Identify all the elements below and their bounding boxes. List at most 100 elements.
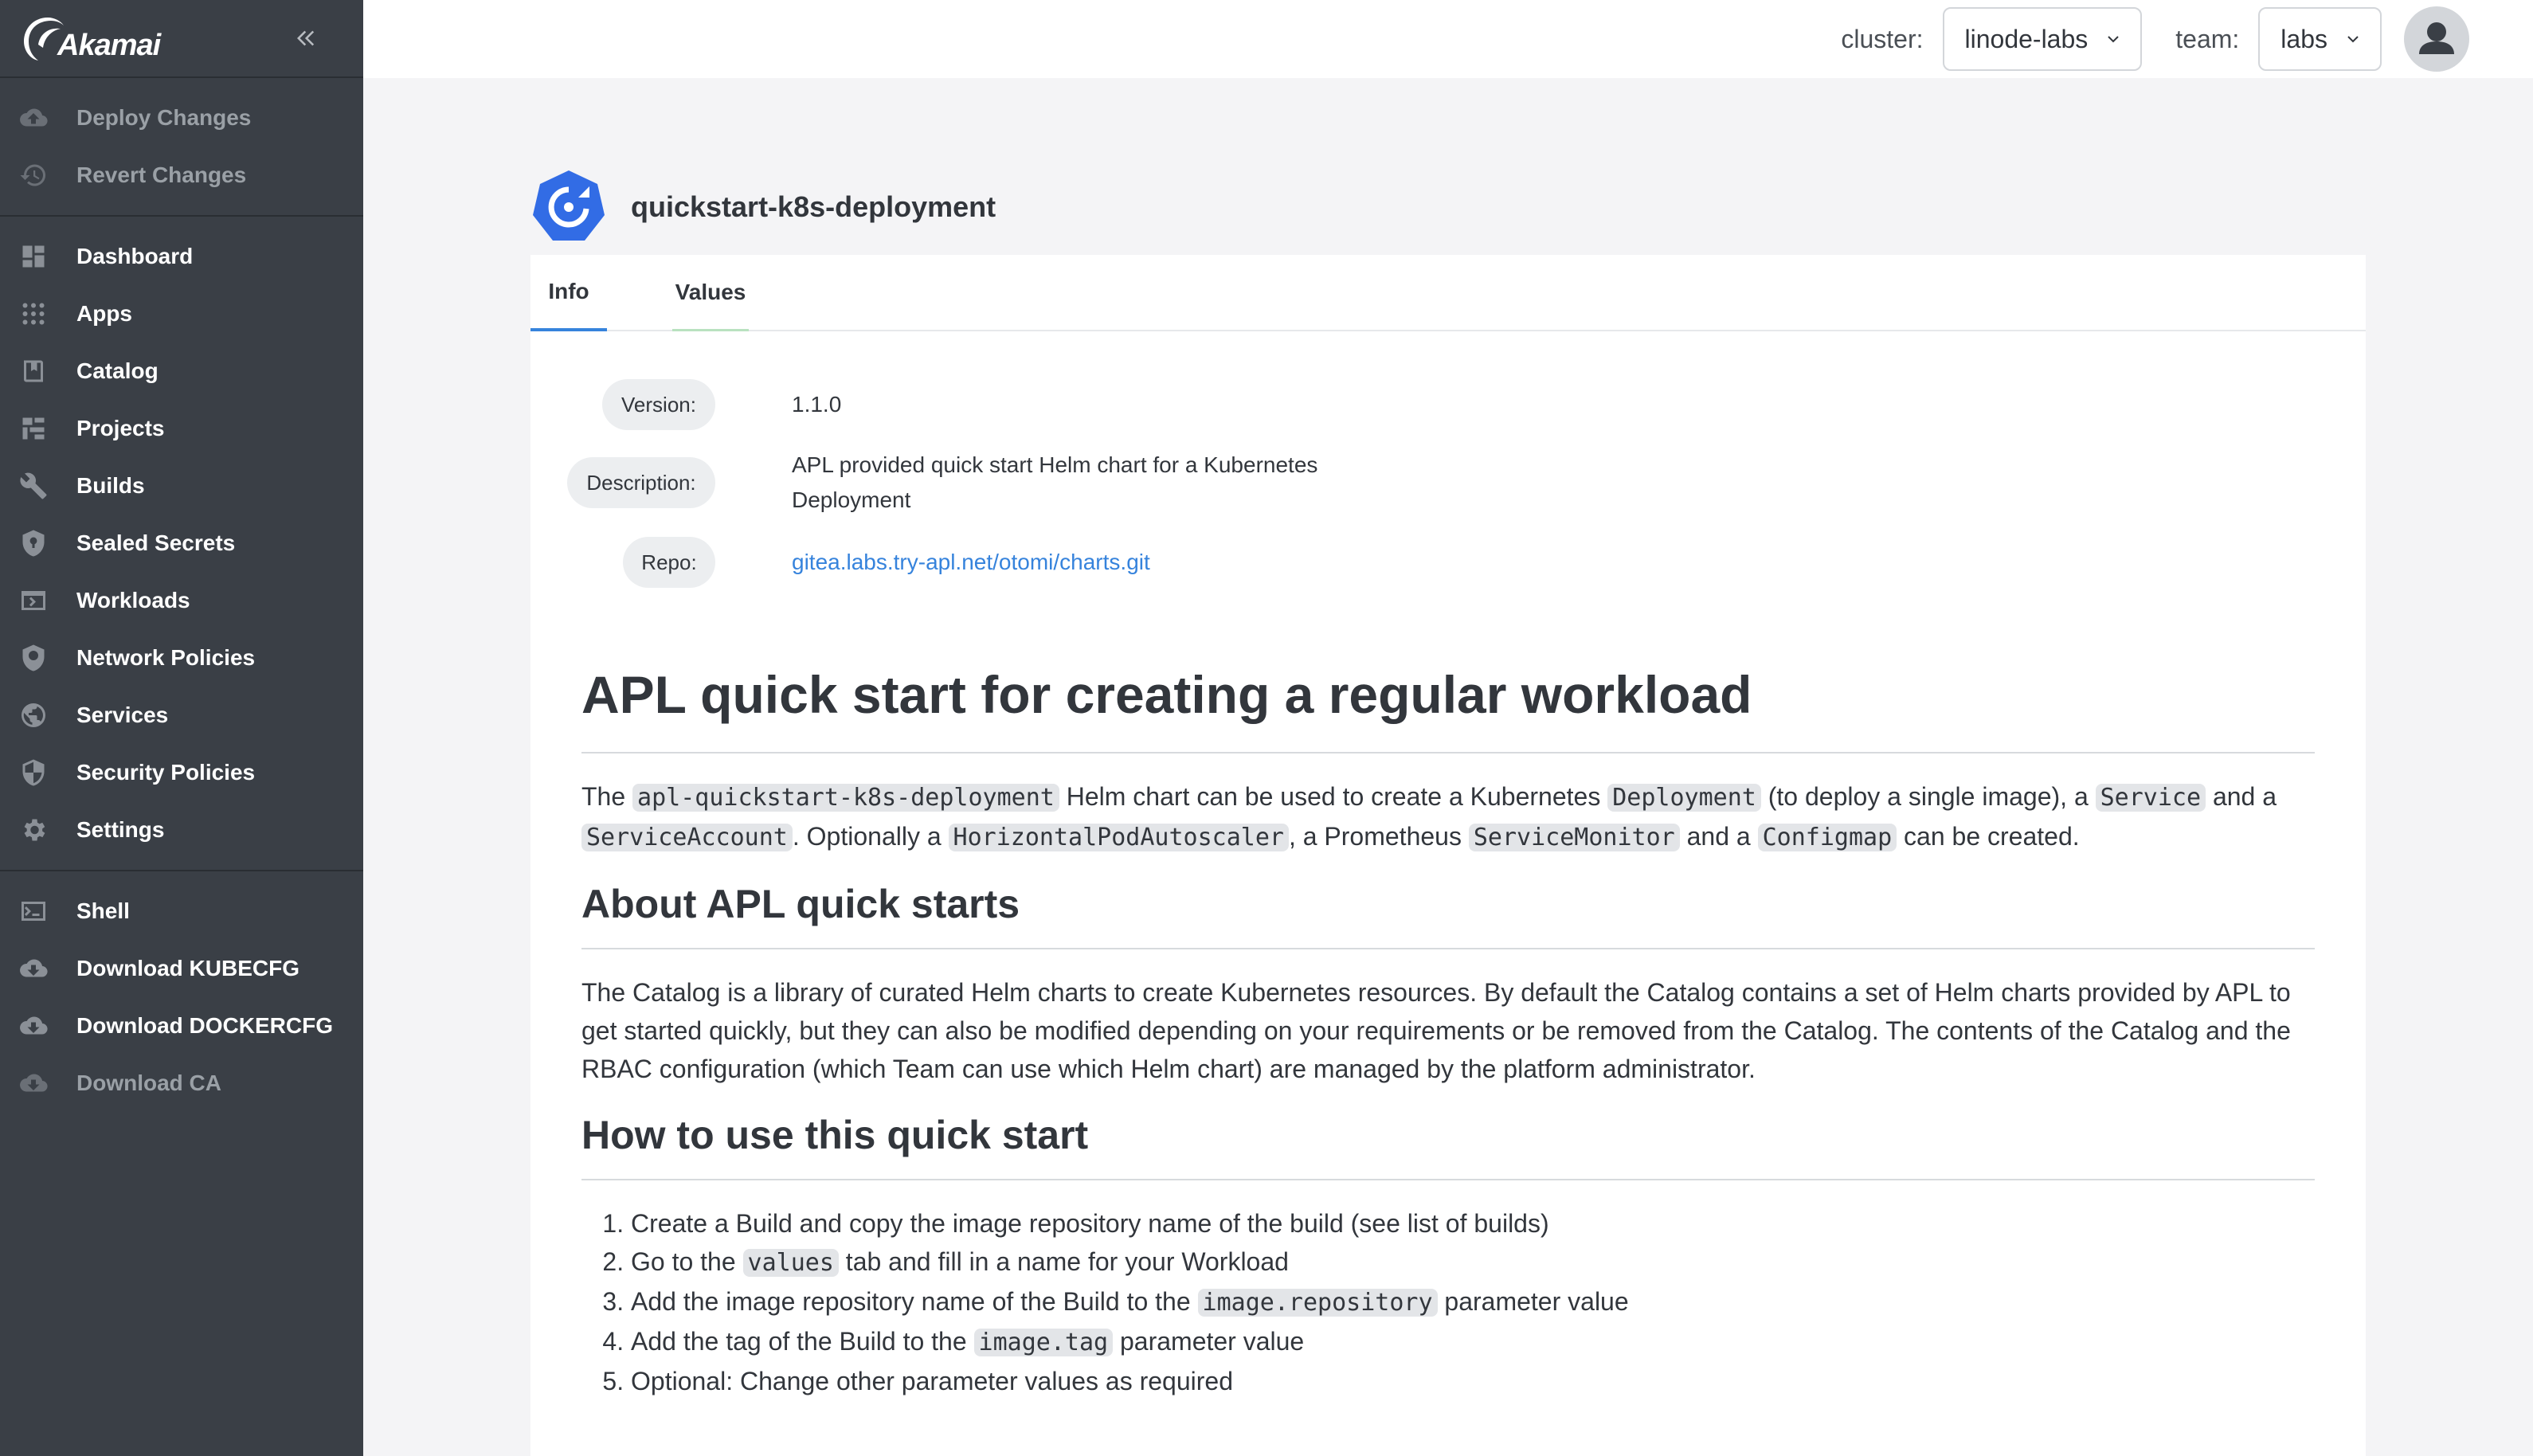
sidebar-item-dashboard[interactable]: Dashboard xyxy=(0,228,363,285)
description-line: APL provided quick start Helm chart for … xyxy=(792,452,1318,477)
akamai-logo[interactable]: Akamai xyxy=(21,13,161,64)
globe-icon xyxy=(18,699,49,731)
sidebar-item-catalog[interactable]: Catalog xyxy=(0,342,363,400)
text: (to deploy a single image), a xyxy=(1760,782,2096,811)
repo-label: Repo: xyxy=(623,537,715,588)
sidebar-brand: Akamai xyxy=(0,0,363,78)
app-detail-card: Info Values Version: 1.1.0 Description: … xyxy=(530,255,2366,1456)
sidebar-item-label: Apps xyxy=(76,301,132,326)
description-value: APL provided quick start Helm chart for … xyxy=(792,448,1317,518)
sidebar-item-download-ca[interactable]: Download CA xyxy=(0,1055,363,1112)
cloud-download-icon xyxy=(18,953,49,984)
list-item: Create a Build and copy the image reposi… xyxy=(631,1204,2315,1243)
workloads-icon xyxy=(18,585,49,616)
inline-code: values xyxy=(742,1249,839,1277)
sidebar-item-label: Download DOCKERCFG xyxy=(76,1013,333,1038)
sidebar-item-label: Network Policies xyxy=(76,645,256,670)
team-select-value: labs xyxy=(2280,24,2327,53)
repo-link[interactable]: gitea.labs.try-apl.net/otomi/charts.git xyxy=(792,545,1150,580)
wrench-icon xyxy=(18,470,49,502)
sidebar-nav: Dashboard Apps Catalog Projects Builds S… xyxy=(0,217,363,871)
inline-code: Deployment xyxy=(1607,784,1761,812)
text: and a xyxy=(1679,822,1758,851)
sidebar-item-apps[interactable]: Apps xyxy=(0,285,363,342)
sidebar-item-settings[interactable]: Settings xyxy=(0,801,363,859)
text: Helm chart can be used to create a Kuber… xyxy=(1059,782,1608,811)
text: , a Prometheus xyxy=(1288,822,1469,851)
team-select[interactable]: labs xyxy=(2258,7,2382,71)
sidebar-item-builds[interactable]: Builds xyxy=(0,457,363,515)
version-label: Version: xyxy=(602,379,715,430)
gear-icon xyxy=(18,814,49,846)
inline-code: ServiceAccount xyxy=(581,824,793,851)
list-item: Add the tag of the Build to the image.ta… xyxy=(631,1322,2315,1362)
shield-network-icon xyxy=(18,642,49,674)
text: Create a Build and copy the image reposi… xyxy=(631,1209,1549,1238)
inline-code: image.repository xyxy=(1197,1289,1438,1317)
sidebar-item-workloads[interactable]: Workloads xyxy=(0,572,363,629)
section-heading-howto: How to use this quick start xyxy=(581,1112,2315,1180)
sidebar: Akamai Deploy Changes Revert Changes Das… xyxy=(0,0,363,1456)
chevron-down-icon xyxy=(2108,36,2119,43)
user-avatar[interactable] xyxy=(2404,6,2469,72)
app-header: quickstart-k8s-deployment xyxy=(530,169,996,245)
text: . Optionally a xyxy=(792,822,949,851)
sidebar-item-download-dockercfg[interactable]: Download DOCKERCFG xyxy=(0,997,363,1055)
cluster-select[interactable]: linode-labs xyxy=(1942,7,2143,71)
cluster-label: cluster: xyxy=(1841,24,1924,53)
sidebar-item-label: Deploy Changes xyxy=(76,105,252,130)
sidebar-item-label: Settings xyxy=(76,817,165,842)
inline-code: ServiceMonitor xyxy=(1468,824,1680,851)
text: The xyxy=(581,782,633,811)
sidebar-item-label: Builds xyxy=(76,473,145,498)
readme-title: APL quick start for creating a regular w… xyxy=(581,668,2315,753)
apps-grid-icon xyxy=(18,298,49,330)
tab-values[interactable]: Values xyxy=(672,255,749,331)
readme-intro: The apl-quickstart-k8s-deployment Helm c… xyxy=(581,777,2315,857)
sidebar-item-deploy-changes[interactable]: Deploy Changes xyxy=(0,89,363,147)
text: and a xyxy=(2206,782,2277,811)
cloud-download-icon xyxy=(18,1067,49,1099)
text: tab and fill in a name for your Workload xyxy=(838,1247,1289,1276)
double-chevron-left-icon xyxy=(296,30,315,46)
sidebar-item-sealed-secrets[interactable]: Sealed Secrets xyxy=(0,515,363,572)
inline-code: image.tag xyxy=(973,1329,1114,1356)
book-icon xyxy=(18,355,49,387)
sidebar-item-label: Download KUBECFG xyxy=(76,956,299,980)
sidebar-item-download-kubecfg[interactable]: Download KUBECFG xyxy=(0,940,363,997)
sidebar-actions: Deploy Changes Revert Changes xyxy=(0,78,363,217)
sidebar-item-label: Revert Changes xyxy=(76,162,247,187)
sidebar-item-security-policies[interactable]: Security Policies xyxy=(0,744,363,801)
collapse-sidebar-button[interactable] xyxy=(290,22,322,54)
readme-about: The Catalog is a library of curated Helm… xyxy=(581,978,2291,1083)
text: parameter value xyxy=(1113,1327,1305,1356)
readme: APL quick start for creating a regular w… xyxy=(581,668,2315,1400)
sidebar-item-label: Dashboard xyxy=(76,244,194,268)
shield-lock-icon xyxy=(18,527,49,559)
main-content: quickstart-k8s-deployment Info Values Ve… xyxy=(363,78,2533,1456)
sidebar-item-label: Projects xyxy=(76,416,165,440)
sidebar-item-label: Shell xyxy=(76,898,130,923)
sidebar-item-revert-changes[interactable]: Revert Changes xyxy=(0,147,363,204)
sidebar-item-label: Security Policies xyxy=(76,760,256,785)
text: can be created. xyxy=(1897,822,2080,851)
sidebar-item-label: Services xyxy=(76,703,169,727)
list-item: Optional: Change other parameter values … xyxy=(631,1362,2315,1400)
sidebar-item-network-policies[interactable]: Network Policies xyxy=(0,629,363,687)
cluster-select-value: linode-labs xyxy=(1964,24,2089,53)
projects-icon xyxy=(18,413,49,444)
sidebar-item-services[interactable]: Services xyxy=(0,687,363,744)
section-heading-about: About APL quick starts xyxy=(581,881,2315,949)
tab-info[interactable]: Info xyxy=(530,255,607,331)
cloud-download-icon xyxy=(18,1010,49,1042)
sidebar-item-label: Sealed Secrets xyxy=(76,530,236,555)
sidebar-item-shell[interactable]: Shell xyxy=(0,883,363,940)
text: parameter value xyxy=(1437,1287,1629,1316)
sidebar-item-label: Download CA xyxy=(76,1070,221,1095)
terminal-icon xyxy=(18,895,49,927)
page-title: quickstart-k8s-deployment xyxy=(631,190,996,223)
text: Go to the xyxy=(631,1247,743,1276)
sidebar-item-label: Workloads xyxy=(76,588,190,613)
dashboard-icon xyxy=(18,241,49,272)
sidebar-item-projects[interactable]: Projects xyxy=(0,400,363,457)
